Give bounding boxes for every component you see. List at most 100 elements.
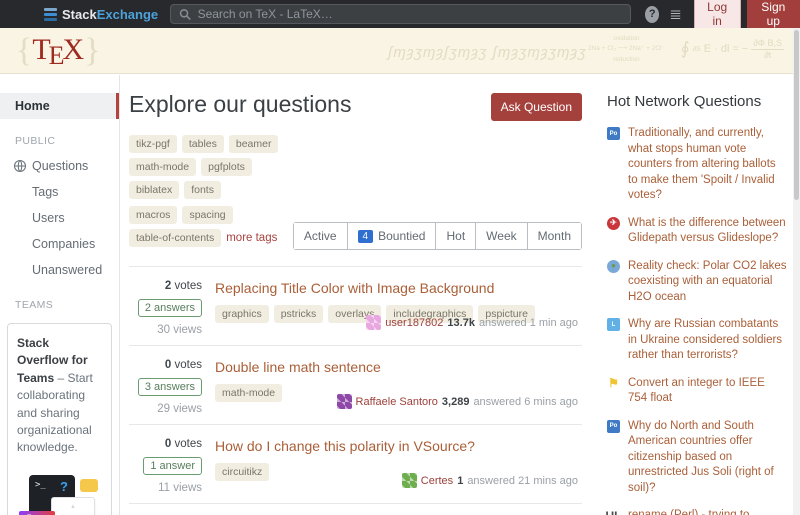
filter-week[interactable]: Week <box>475 223 526 249</box>
aviation-icon: ✈ <box>607 217 620 230</box>
ask-question-button[interactable]: Ask Question <box>491 93 582 121</box>
filter-active[interactable]: Active <box>294 223 347 249</box>
sidebar-item-questions[interactable]: Questions <box>0 153 119 179</box>
search-input[interactable] <box>198 7 623 21</box>
filter-bountied[interactable]: 4Bountied <box>347 223 436 249</box>
question-stats: 0 votes 3 answers 29 views <box>129 359 215 415</box>
tex-site-logo[interactable]: {TEX} <box>16 32 101 70</box>
tag-pill[interactable]: pgfplots <box>201 158 252 176</box>
site-header: {TEX} ʃɱȝʒɱȝʃʒɱȝʒ ʃɱȝʒɱȝʒɱȝʒ oxidation 2… <box>0 28 800 74</box>
filter-month[interactable]: Month <box>527 223 581 249</box>
hot-question-item: Po Why do North and South American count… <box>607 419 787 497</box>
user-avatar[interactable] <box>366 315 381 330</box>
hot-question-link[interactable]: What is the difference between Glidepath… <box>628 216 787 247</box>
hot-list: Po Traditionally, and currently, what st… <box>607 126 787 515</box>
filter-hot[interactable]: Hot <box>435 223 475 249</box>
hot-question-link[interactable]: Why do North and South American countrie… <box>628 419 787 497</box>
tag-pill[interactable]: tikz-pgf <box>129 135 177 153</box>
teams-promo-text: Stack Overflow for Teams – Start collabo… <box>17 335 102 457</box>
sidebar-item-home[interactable]: Home <box>0 93 119 119</box>
hot-question-link[interactable]: Reality check: Polar CO2 lakes coexistin… <box>628 259 787 306</box>
tag-pill[interactable]: tables <box>182 135 224 153</box>
sidebar-item-label: Users <box>32 211 65 225</box>
sidebar-section-teams: TEAMS <box>0 283 119 317</box>
public-nav: Questions Tags Users Companies Unanswere… <box>0 153 119 283</box>
more-tags-link[interactable]: more tags <box>226 232 277 244</box>
law-icon: L <box>607 318 620 331</box>
question-attribution: Raffaele Santoro 3,289 answered 6 mins a… <box>337 394 578 409</box>
user-link[interactable]: user187802 <box>385 317 443 329</box>
search-icon <box>179 8 191 21</box>
help-icon[interactable]: ? <box>645 6 659 23</box>
tag-pill[interactable]: math-mode <box>129 158 196 176</box>
communities-icon[interactable]: ≣ <box>669 7 682 22</box>
user-avatar[interactable] <box>402 473 417 488</box>
header-chemistry-decoration: oxidation 2Na + Cl₂ ⟶ 2Na⁺ + 2Cl⁻ reduct… <box>588 34 665 65</box>
answer-count: 1 answer <box>143 457 202 475</box>
stackexchange-logo[interactable]: StackExchange <box>44 7 158 22</box>
question-row: 0 votes 3 answers 29 views Double line m… <box>129 346 582 425</box>
sidebar-item-companies[interactable]: Companies <box>0 231 119 257</box>
question-title-link[interactable]: Double line math sentence <box>215 359 578 376</box>
question-row: 2 votes 2 answers 30 views Replacing Tit… <box>129 267 582 346</box>
vote-count: 0 votes <box>129 359 202 371</box>
vote-count: 0 votes <box>129 438 202 450</box>
user-avatar[interactable] <box>337 394 352 409</box>
tag-pill[interactable]: graphics <box>215 305 269 323</box>
sidebar-item-unanswered[interactable]: Unanswered <box>0 257 119 283</box>
tag-pill[interactable]: macros <box>129 206 177 224</box>
sidebar-item-tags[interactable]: Tags <box>0 179 119 205</box>
question-attribution: Certes 1 answered 21 mins ago <box>402 473 578 488</box>
codegolf-icon: ⚑ <box>607 377 620 390</box>
user-link[interactable]: Certes <box>421 475 453 487</box>
tag-pill[interactable]: fonts <box>184 181 221 199</box>
header-script-decoration: ʃɱȝʒɱȝʃʒɱȝʒ ʃɱȝʒɱȝʒɱȝʒ <box>388 44 587 61</box>
tag-pill[interactable]: math-mode <box>215 384 282 402</box>
view-count: 11 views <box>129 482 202 494</box>
search-bar[interactable] <box>170 4 631 24</box>
hot-question-link[interactable]: rename (Perl) - trying to renumber a lis… <box>628 508 787 515</box>
bountied-count-badge: 4 <box>358 230 374 243</box>
hot-question-item: ✈ What is the difference between Glidepa… <box>607 216 787 247</box>
hot-question-item: Po Traditionally, and currently, what st… <box>607 126 787 204</box>
main-column: Explore our questions Ask Question tikz-… <box>120 75 592 515</box>
sidebar-section-public: PUBLIC <box>0 119 119 153</box>
header-maxwell-decoration: ∮∂S E · dl = − ∂Φ B,S∂t <box>681 38 784 61</box>
hot-question-link[interactable]: Why are Russian combatants in Ukraine co… <box>628 317 787 364</box>
activity-timestamp: answered 21 mins ago <box>467 475 578 487</box>
speech-bubble-icon <box>80 479 98 492</box>
tag-cloud: tikz-pgf tables beamer math-mode pgfplots bib… <box>129 135 293 254</box>
tag-pill[interactable]: biblatex <box>129 181 179 199</box>
user-link[interactable]: Raffaele Santoro <box>356 396 438 408</box>
question-list: 2 votes 2 answers 30 views Replacing Tit… <box>129 266 582 515</box>
view-count: 30 views <box>129 324 202 336</box>
left-sidebar: Home PUBLIC Questions Tags Users Compani… <box>0 75 120 515</box>
tag-pill[interactable]: circuitikz <box>215 463 269 481</box>
scrollbar-thumb[interactable] <box>794 30 799 200</box>
sidebar-item-label: Questions <box>32 159 88 173</box>
tag-pill[interactable]: beamer <box>229 135 279 153</box>
vote-count: 2 votes <box>129 280 202 292</box>
question-stats: 0 votes 1 answer 11 views <box>129 438 215 494</box>
hot-question-item: ⚑ Convert an integer to IEEE 754 float <box>607 376 787 407</box>
hot-question-link[interactable]: Traditionally, and currently, what stops… <box>628 126 787 204</box>
checklist-card-icon: ▲ ✓ ▼ <box>51 497 95 515</box>
hot-question-link[interactable]: Convert an integer to IEEE 754 float <box>628 376 787 407</box>
question-title-link[interactable]: How do I change this polarity in VSource… <box>215 438 578 455</box>
page-scrollbar <box>793 28 800 515</box>
tag-pill[interactable]: pstricks <box>274 305 324 323</box>
tag-pill[interactable]: spacing <box>182 206 232 224</box>
hot-network-title: Hot Network Questions <box>607 93 787 110</box>
tag-pill[interactable]: table-of-contents <box>129 229 221 247</box>
hot-question-item: ● Reality check: Polar CO2 lakes coexist… <box>607 259 787 306</box>
answer-count: 3 answers <box>138 378 202 396</box>
teams-illustration: >_ ? ▲ ✓ ▼ Free <box>17 465 102 515</box>
hot-question-item: UL rename (Perl) - trying to renumber a … <box>607 508 787 515</box>
question-title-link[interactable]: Replacing Title Color with Image Backgro… <box>215 280 578 297</box>
globe-icon <box>13 159 27 173</box>
question-stats: 2 votes 2 answers 30 views <box>129 280 215 336</box>
sidebar-item-users[interactable]: Users <box>0 205 119 231</box>
question-row: 0 votes 1 answer 11 views How do I chang… <box>129 425 582 504</box>
activity-timestamp: answered 1 min ago <box>479 317 578 329</box>
stackexchange-layers-icon <box>44 8 57 21</box>
